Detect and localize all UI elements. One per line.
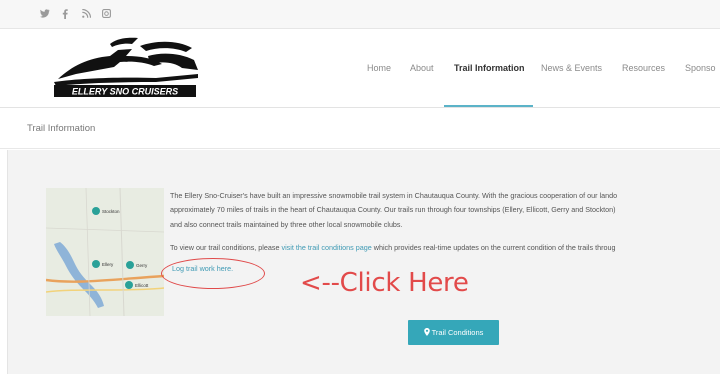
map-label-ellicott: Ellicott	[135, 283, 149, 288]
page-title-bar: Trail Information	[0, 108, 720, 149]
logo-text: ELLERY SNO CRUISERS	[72, 87, 178, 97]
trail-conditions-button-label: Trail Conditions	[431, 328, 484, 337]
nav-home[interactable]: Home	[367, 63, 391, 73]
nav-sponsors[interactable]: Sponso	[685, 63, 716, 73]
social-bar	[0, 0, 720, 29]
map-label-ellery: Ellery	[102, 262, 114, 267]
trail-conditions-button[interactable]: Trail Conditions	[408, 320, 499, 345]
nav-about[interactable]: About	[410, 63, 434, 73]
conditions-suffix: which provides real-time updates on the …	[371, 243, 616, 252]
intro-line-3: and also connect trails maintained by th…	[170, 220, 403, 229]
facebook-icon[interactable]	[62, 9, 68, 22]
map-pin-icon	[423, 320, 430, 345]
map-label-gerry: Gerry	[136, 263, 148, 268]
active-nav-indicator	[444, 105, 533, 107]
intro-line-2: approximately 70 miles of trails in the …	[170, 205, 616, 214]
trail-map-image[interactable]: Stockton Ellery Gerry Ellicott	[46, 188, 164, 316]
nav-trail-information[interactable]: Trail Information	[454, 63, 525, 73]
trail-conditions-link[interactable]: visit the trail conditions page	[281, 243, 371, 252]
map-label-stockton: Stockton	[102, 209, 120, 214]
site-logo[interactable]: ELLERY SNO CRUISERS	[52, 36, 200, 98]
nav-resources[interactable]: Resources	[622, 63, 665, 73]
page-title: Trail Information	[27, 123, 96, 134]
site-header: ELLERY SNO CRUISERS Home About Trail Inf…	[0, 29, 720, 108]
log-trail-work-link[interactable]: Log trail work here.	[172, 264, 233, 273]
conditions-prefix: To view our trail conditions, please	[170, 243, 282, 252]
rss-icon[interactable]	[82, 8, 92, 21]
intro-line-1: The Ellery Sno-Cruiser's have built an i…	[170, 191, 618, 200]
instagram-icon[interactable]	[102, 9, 111, 21]
click-here-annotation: <--Click Here	[300, 268, 469, 298]
twitter-icon[interactable]	[40, 9, 50, 21]
highlight-oval	[161, 258, 265, 289]
conditions-paragraph: To view our trail conditions, please vis…	[170, 243, 615, 252]
nav-news-events[interactable]: News & Events	[541, 63, 602, 73]
